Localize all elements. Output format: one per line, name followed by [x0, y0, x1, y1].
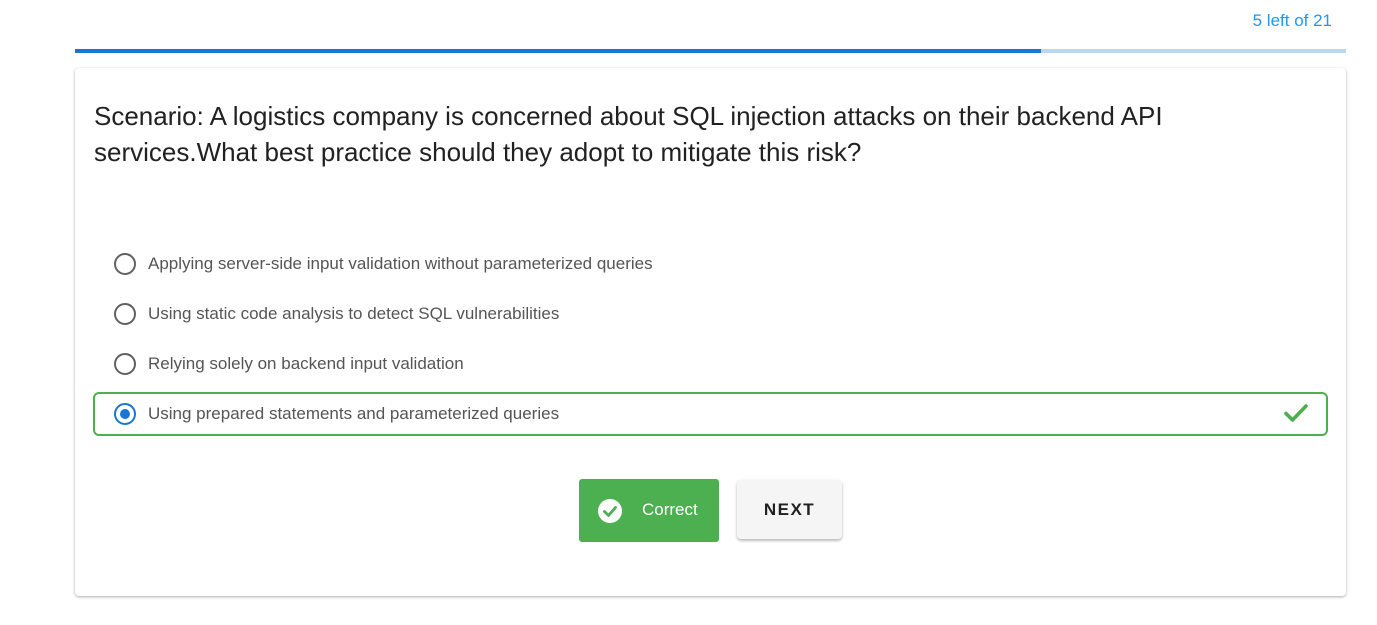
check-circle-icon	[598, 499, 622, 528]
progress-bar	[75, 49, 1346, 53]
radio-dot	[120, 409, 130, 419]
radio-button[interactable]	[114, 303, 136, 325]
option-label: Using prepared statements and parameteri…	[148, 404, 560, 423]
answer-option-selected[interactable]: Using prepared statements and parameteri…	[93, 392, 1328, 436]
radio-button[interactable]	[114, 253, 136, 275]
answer-option[interactable]: Using static code analysis to detect SQL…	[93, 292, 1328, 336]
question-card: Scenario: A logistics company is concern…	[75, 68, 1346, 596]
next-button[interactable]: NEXT	[737, 480, 842, 539]
question-text: Scenario: A logistics company is concern…	[94, 101, 1163, 167]
answer-option[interactable]: Applying server-side input validation wi…	[93, 242, 1328, 286]
answer-options: Applying server-side input validation wi…	[93, 242, 1328, 442]
radio-button[interactable]	[114, 353, 136, 375]
correct-result-button[interactable]: Correct	[579, 479, 719, 542]
progress-bar-fill	[75, 49, 1041, 53]
option-label: Applying server-side input validation wi…	[148, 254, 653, 273]
radio-button-selected[interactable]	[114, 403, 136, 425]
option-label: Relying solely on backend input validati…	[148, 354, 464, 373]
check-icon	[1284, 403, 1308, 428]
progress-counter: 5 left of 21	[1252, 11, 1332, 30]
answer-option[interactable]: Relying solely on backend input validati…	[93, 342, 1328, 386]
correct-label: Correct	[642, 500, 698, 519]
option-label: Using static code analysis to detect SQL…	[148, 304, 560, 323]
